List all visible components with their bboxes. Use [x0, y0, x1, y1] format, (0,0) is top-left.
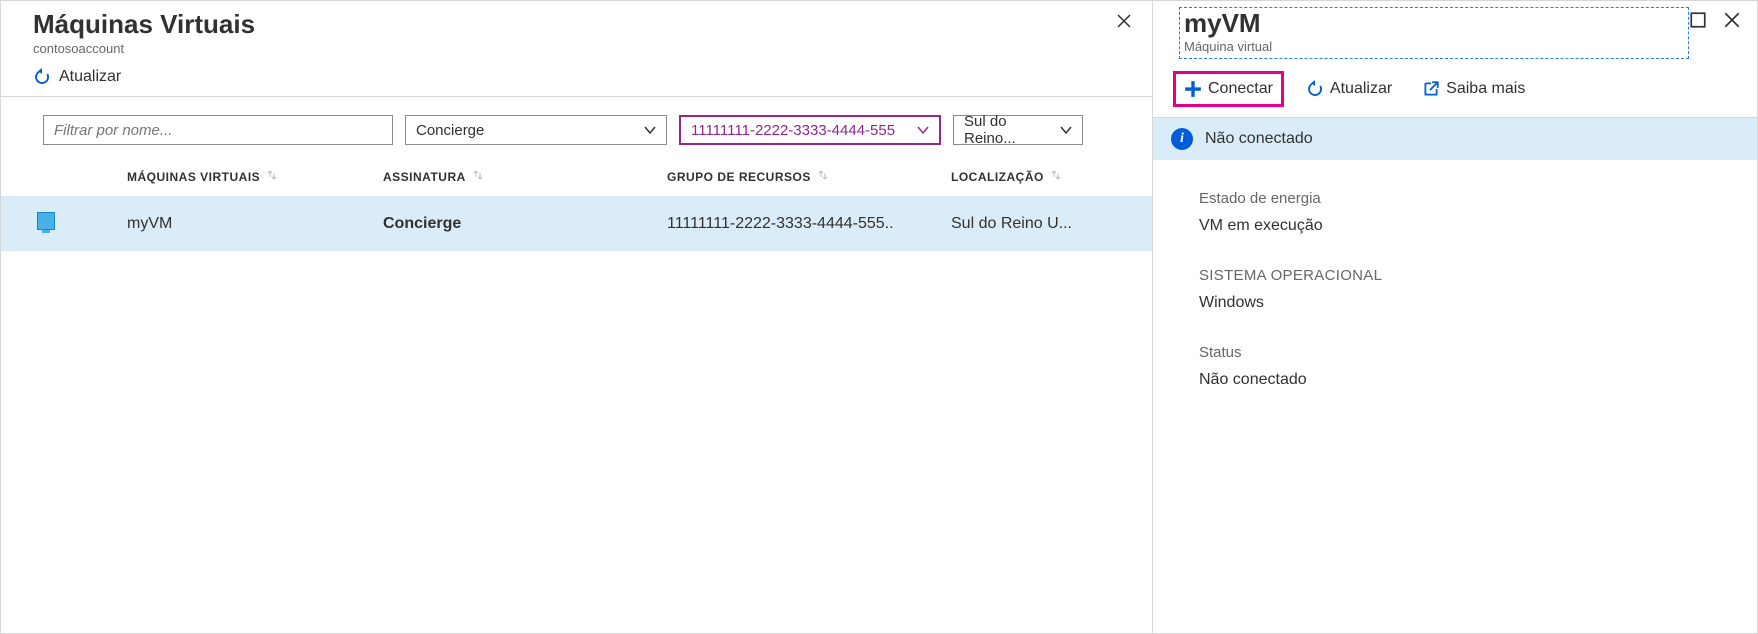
connect-button[interactable]: Conectar: [1173, 71, 1284, 107]
cell-vm-name: myVM: [97, 215, 383, 233]
chevron-down-icon: [1060, 124, 1072, 136]
col-vm[interactable]: MÁQUINAS VIRTUAIS: [97, 169, 383, 184]
status-value: Não conectado: [1199, 371, 1737, 389]
refresh-icon: [33, 68, 51, 86]
cell-resource-group: 11111111-2222-3333-4444-555..: [667, 215, 951, 233]
cell-subscription: Concierge: [383, 215, 667, 233]
refresh-icon: [1306, 80, 1324, 98]
os-label: SISTEMA OPERACIONAL: [1199, 267, 1737, 284]
detail-body: Estado de energia VM em execução SISTEMA…: [1153, 160, 1757, 431]
refresh-label: Atualizar: [59, 68, 121, 86]
cell-location: Sul do Reino U...: [951, 215, 1122, 233]
vm-table: MÁQUINAS VIRTUAIS ASSINATURA GRUPO DE RE…: [1, 163, 1152, 251]
status-label: Status: [1199, 344, 1737, 361]
close-icon: [1723, 11, 1741, 29]
plus-icon: [1184, 80, 1202, 98]
table-header: MÁQUINAS VIRTUAIS ASSINATURA GRUPO DE RE…: [1, 163, 1152, 196]
page-title: Máquinas Virtuais: [33, 9, 1112, 39]
resource-group-dropdown[interactable]: 11111111-2222-3333-4444-555: [679, 115, 941, 145]
sort-icon: [1050, 169, 1062, 184]
external-link-icon: [1422, 80, 1440, 98]
sort-icon: [472, 169, 484, 184]
col-subscription[interactable]: ASSINATURA: [383, 169, 667, 184]
location-dropdown[interactable]: Sul do Reino...: [953, 115, 1083, 145]
account-name: contosoaccount: [33, 41, 1112, 56]
col-resource-group[interactable]: GRUPO DE RECURSOS: [667, 169, 951, 184]
col-location[interactable]: LOCALIZAÇÃO: [951, 169, 1122, 184]
close-left-panel-button[interactable]: [1112, 9, 1136, 38]
filter-bar: Concierge 11111111-2222-3333-4444-555 Su…: [1, 97, 1152, 163]
vm-list-panel: Máquinas Virtuais contosoaccount Atualiz…: [1, 1, 1153, 633]
close-right-panel-button[interactable]: [1723, 11, 1741, 34]
chevron-down-icon: [644, 124, 656, 136]
right-header: myVM Máquina virtual: [1153, 1, 1757, 63]
refresh-detail-button[interactable]: Atualizar: [1298, 74, 1400, 104]
refresh-button[interactable]: Atualizar: [33, 68, 121, 86]
sort-icon: [817, 169, 829, 184]
filter-name-input[interactable]: [43, 115, 393, 145]
vm-detail-panel: myVM Máquina virtual Conectar Atualizar …: [1153, 1, 1757, 633]
os-value: Windows: [1199, 294, 1737, 312]
subscription-dropdown[interactable]: Concierge: [405, 115, 667, 145]
status-bar: i Não conectado: [1153, 118, 1757, 160]
chevron-down-icon: [917, 124, 929, 136]
maximize-icon: [1689, 11, 1707, 29]
maximize-button[interactable]: [1689, 11, 1707, 34]
table-row[interactable]: myVM Concierge 11111111-2222-3333-4444-5…: [1, 196, 1152, 251]
sort-icon: [266, 169, 278, 184]
info-icon: i: [1171, 128, 1193, 150]
close-icon: [1116, 13, 1132, 29]
vm-title-wrap: myVM Máquina virtual: [1179, 7, 1689, 59]
vm-subtitle: Máquina virtual: [1184, 39, 1684, 54]
status-bar-text: Não conectado: [1205, 130, 1313, 148]
right-toolbar: Conectar Atualizar Saiba mais: [1153, 63, 1757, 118]
vm-title: myVM: [1184, 8, 1684, 39]
learn-more-button[interactable]: Saiba mais: [1414, 74, 1533, 104]
left-header: Máquinas Virtuais contosoaccount: [1, 1, 1152, 62]
left-toolbar: Atualizar: [1, 62, 1152, 97]
power-state-value: VM em execução: [1199, 217, 1737, 235]
power-state-label: Estado de energia: [1199, 190, 1737, 207]
vm-icon: [1, 212, 97, 235]
